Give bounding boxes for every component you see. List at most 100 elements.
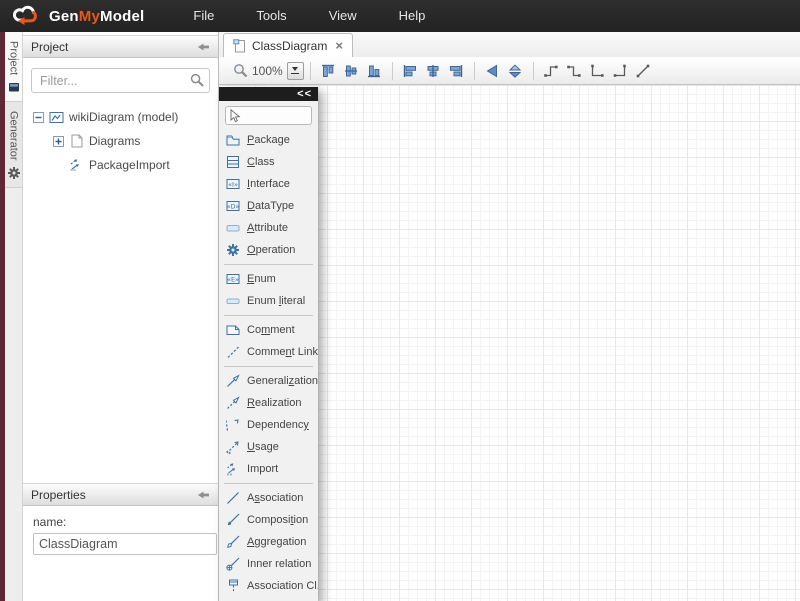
palette-item-dependency[interactable]: Dependency [219, 414, 318, 436]
zoom-dropdown-button[interactable] [287, 62, 304, 80]
sidebar-tab-project[interactable]: Project [5, 32, 22, 102]
interface-icon: «I» [226, 177, 240, 191]
filter-input[interactable] [31, 68, 210, 93]
route-corner-right-icon [612, 63, 628, 79]
palette-item-operation[interactable]: Operation [219, 239, 318, 261]
comment-link-icon [226, 345, 240, 359]
enum-icon: «E» [226, 272, 240, 286]
package-icon [226, 133, 240, 147]
palette-collapse-button[interactable]: << [297, 89, 312, 100]
zoom-magnifier-icon [233, 63, 248, 78]
tab-close-icon[interactable]: × [335, 39, 343, 52]
collapse-properties-arrow-icon[interactable] [197, 490, 210, 500]
tree-node-wikidiagram-model[interactable]: wikiDiagram (model) [23, 105, 218, 129]
sidebar-tab-generator[interactable]: Generator [5, 102, 22, 188]
diagram-canvas[interactable]: << PackageClass«I»Interface«D»DataType At… [219, 85, 800, 601]
collapse-panel-arrow-icon[interactable] [197, 42, 210, 52]
flip-vertical-button[interactable] [504, 60, 527, 81]
association-icon [226, 491, 240, 505]
align-left-button[interactable] [399, 60, 422, 81]
palette-item-generalization[interactable]: Generalization [219, 370, 318, 392]
palette-item-association[interactable]: Association [219, 487, 318, 509]
name-field-input[interactable] [33, 533, 217, 555]
attribute-icon [226, 221, 240, 235]
editor-tabbar: ClassDiagram × [219, 32, 800, 57]
app-window: { "topbar": { "logo": { "part1": "Gen", … [0, 0, 800, 601]
route-corner-left-button[interactable] [586, 60, 609, 81]
zoom-control: 100% [233, 62, 304, 80]
palette-item-usage[interactable]: Usage [219, 436, 318, 458]
palette-item-association-cl[interactable]: Association Cl... [219, 575, 318, 597]
zoom-value[interactable]: 100% [252, 64, 283, 78]
palette-item-enum-literal[interactable]: Enum literal [219, 290, 318, 312]
sidebar-tab-label: Project [8, 41, 20, 75]
tree-node-diagrams[interactable]: Diagrams [23, 129, 218, 153]
menu-view[interactable]: View [308, 0, 378, 32]
comment-icon [226, 323, 240, 337]
sidebar-tab-label: Generator [8, 111, 20, 161]
tree-node-label: wikiDiagram (model) [69, 110, 178, 124]
align-right-icon [448, 63, 464, 79]
palette-item-label: Inner relation [247, 558, 311, 570]
route-step-down-button[interactable] [563, 60, 586, 81]
name-field-label: name: [33, 515, 208, 529]
palette-item-inner-relation[interactable]: Inner relation [219, 553, 318, 575]
topbar: GenMyModel FileToolsViewHelp [0, 0, 800, 32]
usage-icon [226, 440, 240, 454]
palette-item-enum[interactable]: «E» Enum [219, 268, 318, 290]
align-middle-button[interactable] [340, 60, 363, 81]
palette-item-class[interactable]: Class [219, 151, 318, 173]
tree-toggle-minus-icon[interactable] [33, 112, 44, 123]
tree-node-label: Diagrams [89, 134, 140, 148]
palette-item-aggregation[interactable]: Aggregation [219, 531, 318, 553]
align-top-button[interactable] [317, 60, 340, 81]
properties-panel-title: Properties [31, 488, 86, 502]
generalization-icon [226, 374, 240, 388]
palette-item-import[interactable]: «»Import [219, 458, 318, 480]
palette-item-composition[interactable]: Composition [219, 509, 318, 531]
route-straight-button[interactable] [632, 60, 655, 81]
palette-item-comment[interactable]: Comment [219, 319, 318, 341]
selection-tool[interactable] [225, 106, 312, 125]
toolbar-separator [533, 62, 534, 80]
tree-toggle-plus-icon[interactable] [53, 136, 64, 147]
toolbar-separator [474, 62, 475, 80]
app-logo: GenMyModel [12, 5, 144, 27]
palette: << PackageClass«I»Interface«D»DataType At… [219, 87, 318, 601]
palette-item-package[interactable]: Package [219, 129, 318, 151]
palette-item-label: Comment [247, 324, 295, 336]
menu-help[interactable]: Help [378, 0, 447, 32]
palette-item-label: Dependency [247, 419, 309, 431]
palette-item-label: Comment Link [247, 346, 318, 358]
diagram-tab-icon [233, 39, 246, 53]
menu-file[interactable]: File [172, 0, 235, 32]
palette-item-comment-link[interactable]: Comment Link [219, 341, 318, 363]
palette-item-interface[interactable]: «I»Interface [219, 173, 318, 195]
book-icon [7, 80, 21, 94]
palette-item-attribute[interactable]: Attribute [219, 217, 318, 239]
palette-item-label: Enum [247, 273, 276, 285]
flip-horizontal-button[interactable] [481, 60, 504, 81]
palette-item-label: Operation [247, 244, 295, 256]
palette-divider [224, 315, 313, 316]
align-center-button[interactable] [422, 60, 445, 81]
tree-node-packageimport[interactable]: «»PackageImport [23, 153, 218, 177]
palette-item-label: Import [247, 463, 278, 475]
route-corner-right-button[interactable] [609, 60, 632, 81]
tab-title: ClassDiagram [252, 39, 327, 53]
flip-horizontal-icon [484, 63, 500, 79]
align-right-button[interactable] [445, 60, 468, 81]
palette-divider [224, 264, 313, 265]
menu-tools[interactable]: Tools [235, 0, 307, 32]
tab-classdiagram[interactable]: ClassDiagram × [223, 33, 353, 57]
palette-item-label: Attribute [247, 222, 288, 234]
palette-item-realization[interactable]: Realization [219, 392, 318, 414]
align-left-icon [402, 63, 418, 79]
dependency-icon [226, 418, 240, 432]
filter-box [31, 68, 210, 93]
route-straight-icon [635, 63, 651, 79]
align-bottom-button[interactable] [363, 60, 386, 81]
palette-item-label: Aggregation [247, 536, 306, 548]
route-step-up-button[interactable] [540, 60, 563, 81]
palette-item-datatype[interactable]: «D»DataType [219, 195, 318, 217]
